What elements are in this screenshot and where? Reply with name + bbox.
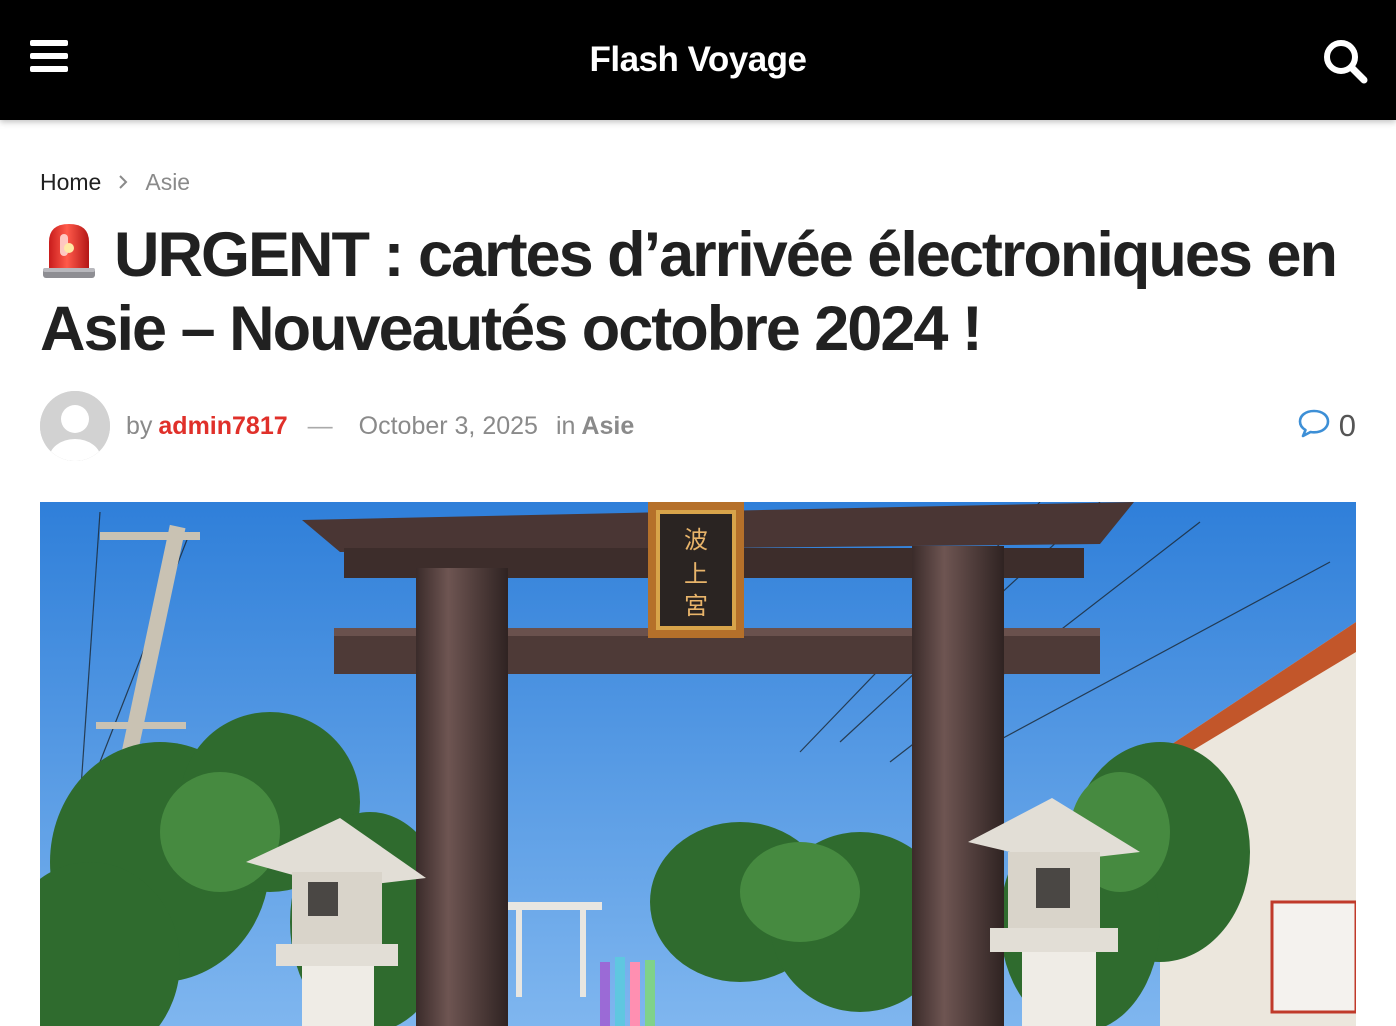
article-meta: by admin7817 — October 3, 2025 in Asie 0 xyxy=(40,391,1356,461)
in-label: in xyxy=(555,411,576,440)
chevron-right-icon xyxy=(111,170,135,194)
breadcrumb: Home Asie xyxy=(40,166,190,198)
by-label: by xyxy=(126,411,153,440)
breadcrumb-home-link[interactable]: Home xyxy=(40,166,101,198)
search-icon[interactable] xyxy=(1322,38,1368,84)
comments-link[interactable]: 0 xyxy=(1297,408,1356,445)
article-title-text: URGENT : cartes d’arrivée électroniques … xyxy=(40,220,1338,364)
site-title[interactable]: Flash Voyage xyxy=(0,38,1396,82)
site-header: Flash Voyage xyxy=(0,0,1396,120)
siren-emoji-icon xyxy=(40,218,98,280)
breadcrumb-category-link[interactable]: Asie xyxy=(145,166,190,198)
hero-image[interactable]: 波 上 宮 xyxy=(40,502,1356,1026)
publish-date[interactable]: October 3, 2025 xyxy=(359,412,538,441)
plaque-char-3: 宮 xyxy=(684,592,708,620)
plaque-char-1: 波 xyxy=(684,526,708,554)
plaque-char-2: 上 xyxy=(684,560,708,588)
author-link[interactable]: admin7817 xyxy=(158,412,287,441)
comment-count: 0 xyxy=(1338,408,1356,443)
category-link[interactable]: Asie xyxy=(581,412,634,441)
comment-icon xyxy=(1297,408,1331,445)
author-avatar[interactable] xyxy=(40,391,110,461)
meta-separator: — xyxy=(307,411,333,440)
article-title: URGENT : cartes d’arrivée électroniques … xyxy=(40,218,1340,366)
